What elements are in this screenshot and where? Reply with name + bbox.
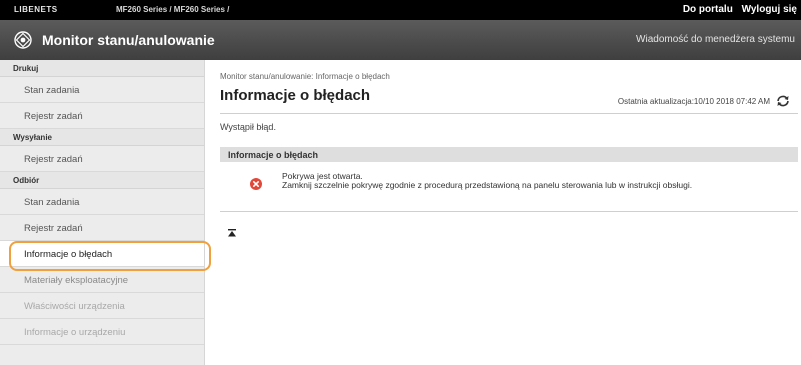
error-status: Wystąpił błąd. [220,122,276,132]
sidebar-item-print-job-status[interactable]: Stan zadania [0,77,204,103]
divider [220,113,798,114]
sidebar-item-device-information[interactable]: Informacje o urządzeniu [0,319,204,345]
error-icon [250,178,262,190]
portal-link[interactable]: Do portalu [683,4,733,15]
model-label: MF260 Series / MF260 Series / [116,5,230,14]
error-detail: Zamknij szczelnie pokrywę zgodnie z proc… [282,180,693,190]
top-links: Do portalu Wyloguj się [677,4,797,15]
main-content: Monitor stanu/anulowanie: Informacje o b… [220,60,798,237]
app-title: Monitor stanu/anulowanie [42,32,215,48]
refresh-icon[interactable] [776,95,790,107]
sidebar-item-print-job-log[interactable]: Rejestr zadań [0,103,204,129]
logout-link[interactable]: Wyloguj się [742,4,797,15]
brand-label: LIBENETS [14,5,58,14]
error-row: Pokrywa jest otwarta. Zamknij szczelnie … [220,162,798,212]
sidebar-item-device-features[interactable]: Właściwości urządzenia [0,293,204,319]
sidebar-item-error-information[interactable]: Informacje o błędach [0,241,211,271]
title-bar: Monitor stanu/anulowanie Wiadomość do me… [0,20,801,60]
breadcrumb: Monitor stanu/anulowanie: Informacje o b… [220,72,390,81]
canon-logo-icon [14,31,32,49]
sidebar-heading-send: Wysyłanie [0,129,204,146]
top-bar: LIBENETS MF260 Series / MF260 Series / D… [0,0,801,20]
message-to-admin-link[interactable]: Wiadomość do menedżera systemu [636,34,795,45]
sidebar-heading-print: Drukuj [0,60,204,77]
section-header: Informacje o błędach [220,147,798,162]
sidebar-item-receive-job-log[interactable]: Rejestr zadań [0,215,204,241]
last-update: Ostatnia aktualizacja:10/10 2018 07:42 A… [618,95,790,107]
sidebar: Drukuj Stan zadania Rejestr zadań Wysyła… [0,60,211,365]
sidebar-item-send-job-log[interactable]: Rejestr zadań [0,146,204,172]
last-update-text: Ostatnia aktualizacja:10/10 2018 07:42 A… [617,96,770,106]
sidebar-heading-receive: Odbiór [0,172,204,189]
back-to-top-icon[interactable] [227,228,237,238]
sidebar-item-receive-job-status[interactable]: Stan zadania [0,189,204,215]
